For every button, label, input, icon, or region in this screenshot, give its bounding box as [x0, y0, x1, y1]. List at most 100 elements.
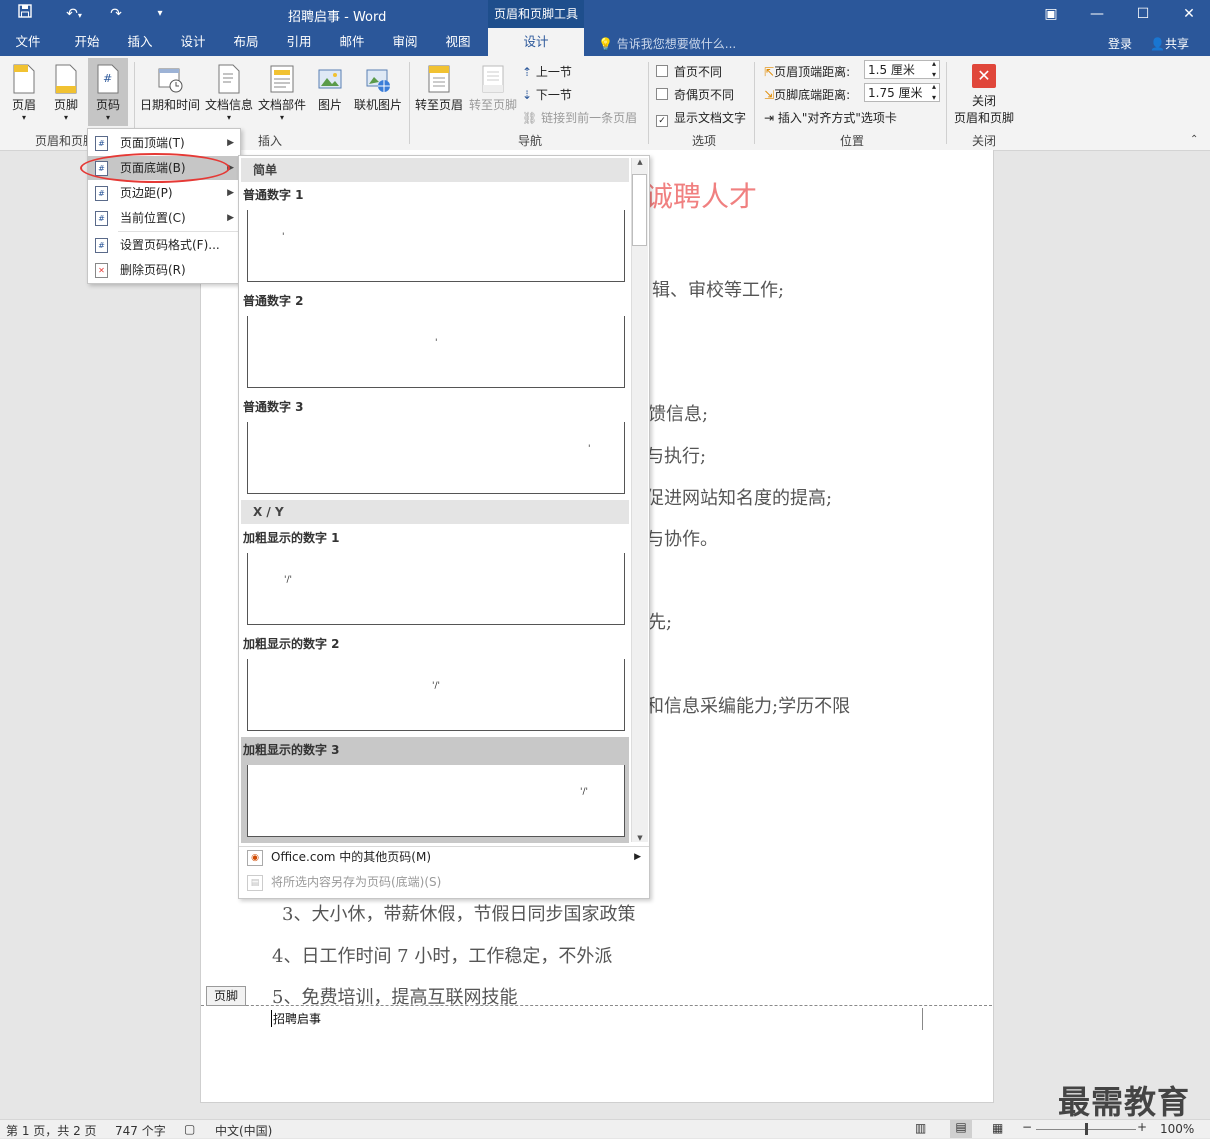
document-info-button[interactable]: 文档信息 ▾: [203, 58, 255, 122]
maximize-icon[interactable]: ☐: [1120, 0, 1166, 28]
menu-item-more-page-numbers[interactable]: ◉ Office.com 中的其他页码(M) ▶: [239, 845, 649, 870]
tab-layout[interactable]: 布局: [225, 28, 267, 56]
zoom-slider-thumb[interactable]: [1085, 1123, 1088, 1135]
page-count[interactable]: 第 1 页，共 2 页: [6, 1122, 97, 1139]
read-mode-icon[interactable]: ▥: [915, 1121, 926, 1135]
page-number-menu: # 页面顶端(T) ▶ # 页面底端(B) ▶ # 页边距(P) ▶ # 当前位置(C) ▶ #…: [87, 128, 241, 284]
gallery-item-bold-number-3[interactable]: '/': [247, 765, 625, 837]
date-time-button[interactable]: 日期和时间: [138, 58, 202, 113]
quick-parts-icon: [270, 65, 294, 93]
menu-item-page-margins[interactable]: # 页边距(P) ▶: [88, 181, 240, 205]
customize-icon[interactable]: ▾: [150, 4, 170, 24]
online-picture-button[interactable]: 联机图片: [350, 58, 406, 113]
save-gallery-icon: ▤: [247, 875, 263, 891]
print-layout-icon[interactable]: ▤: [950, 1120, 972, 1138]
proofing-icon[interactable]: ▢: [184, 1122, 195, 1136]
previous-section-button[interactable]: ⇡ 上一节: [522, 63, 572, 80]
doc-line: 与执行;: [646, 446, 707, 467]
page-number-icon: #: [97, 64, 119, 94]
checkbox-checked-icon: ✓: [656, 115, 668, 127]
tab-insert[interactable]: 插入: [119, 28, 161, 56]
menu-item-top-of-page[interactable]: # 页面顶端(T) ▶: [88, 131, 240, 155]
next-section-button[interactable]: ⇣ 下一节: [522, 86, 572, 103]
undo-icon[interactable]: ↶▾: [56, 4, 92, 24]
spinner-arrows-icon[interactable]: ▴ ▾: [932, 58, 936, 80]
goto-footer-button[interactable]: 转至页脚: [466, 58, 520, 113]
ribbon-display-icon[interactable]: ▣: [1028, 0, 1074, 28]
word-count[interactable]: 747 个字: [115, 1122, 166, 1139]
tab-file[interactable]: 文件: [8, 28, 48, 56]
gallery-item-bold-number-1[interactable]: '/': [247, 553, 625, 625]
spinner-arrows-icon[interactable]: ▴ ▾: [932, 81, 936, 103]
tell-me-search[interactable]: 💡 告诉我您想要做什么...: [598, 35, 736, 52]
menu-item-format-page-numbers[interactable]: # 设置页码格式(F)...: [88, 233, 240, 257]
gallery-item-plain-number-1[interactable]: ': [247, 210, 625, 282]
link-icon: ⛓: [522, 111, 538, 125]
login-link[interactable]: 登录: [1108, 35, 1132, 52]
scroll-down-icon[interactable]: ▼: [632, 834, 648, 842]
current-position-icon: #: [95, 211, 108, 226]
gallery-item-plain-number-3[interactable]: ': [247, 422, 625, 494]
scrollbar-thumb[interactable]: [632, 174, 647, 246]
link-to-previous-button[interactable]: ⛓ 链接到前一条页眉: [522, 109, 637, 126]
page-number-button[interactable]: # 页码 ▾: [88, 58, 128, 126]
doc-line: 馈信息;: [648, 404, 709, 425]
picture-button[interactable]: 图片: [312, 58, 348, 113]
group-label-options: 选项: [691, 134, 716, 148]
doc-line: 和信息采编能力;学历不限: [646, 696, 851, 717]
gallery-section-xy: X / Y: [241, 500, 629, 524]
doc-line: 3、大小休，带薪休假，节假日同步国家政策: [282, 904, 636, 925]
tab-header-footer-design[interactable]: 设计: [488, 28, 584, 56]
menu-item-save-selection[interactable]: ▤ 将所选内容另存为页码(底端)(S): [239, 870, 649, 895]
header-distance-spinner[interactable]: 1.5 厘米 ▴ ▾: [864, 58, 940, 80]
gallery-item-title: 普通数字 1: [243, 188, 304, 202]
gallery-item-title: 加粗显示的数字 1: [243, 531, 340, 545]
doc-line: 辑、审校等工作;: [652, 280, 785, 301]
web-layout-icon[interactable]: ▦: [992, 1121, 1003, 1135]
tab-references[interactable]: 引用: [278, 28, 320, 56]
footer-button[interactable]: 页脚 ▾: [48, 58, 84, 122]
tab-design[interactable]: 设计: [172, 28, 214, 56]
submenu-arrow-icon: ▶: [227, 138, 234, 148]
footer-distance-spinner[interactable]: 1.75 厘米 ▴ ▾: [864, 81, 940, 103]
lightbulb-icon: 💡: [598, 37, 613, 51]
quick-parts-button[interactable]: 文档部件 ▾: [256, 58, 308, 122]
different-first-page-checkbox[interactable]: 首页不同: [656, 63, 722, 80]
header-button[interactable]: 页眉 ▾: [6, 58, 42, 122]
share-button[interactable]: 👤共享: [1150, 35, 1189, 52]
gallery-section-simple: 简单: [241, 158, 629, 182]
language[interactable]: 中文(中国): [215, 1122, 272, 1139]
gallery-item-plain-number-2[interactable]: ': [247, 316, 625, 388]
menu-item-remove-page-numbers[interactable]: ✕ 删除页码(R): [88, 258, 240, 282]
zoom-out-icon[interactable]: −: [1022, 1120, 1032, 1134]
close-icon[interactable]: ✕: [1166, 0, 1210, 28]
redo-icon[interactable]: ↷: [104, 4, 128, 24]
header-distance-label: ⇱页眉顶端距离:: [764, 65, 851, 79]
office-com-icon: ◉: [247, 850, 263, 866]
submenu-arrow-icon: ▶: [634, 852, 641, 862]
page-number-preview: ': [435, 338, 438, 348]
menu-item-current-position[interactable]: # 当前位置(C) ▶: [88, 206, 240, 230]
save-icon[interactable]: [14, 4, 36, 24]
picture-icon: [318, 69, 342, 89]
status-bar: 第 1 页，共 2 页 747 个字 ▢ 中文(中国) ▥ ▤ ▦ − + 10…: [0, 1119, 1210, 1138]
different-odd-even-checkbox[interactable]: 奇偶页不同: [656, 86, 734, 103]
zoom-level[interactable]: 100%: [1160, 1122, 1194, 1136]
collapse-ribbon-icon[interactable]: ⌃: [1190, 134, 1198, 145]
insert-alignment-tab-button[interactable]: ⇥ 插入"对齐方式"选项卡: [764, 109, 897, 126]
gallery-item-bold-number-2[interactable]: '/': [247, 659, 625, 731]
tab-home[interactable]: 开始: [66, 28, 108, 56]
show-document-text-checkbox[interactable]: ✓ 显示文档文字: [656, 109, 746, 127]
tab-mailings[interactable]: 邮件: [331, 28, 373, 56]
group-separator: [754, 62, 755, 144]
tab-view[interactable]: 视图: [437, 28, 479, 56]
scroll-up-icon[interactable]: ▲: [632, 158, 648, 166]
goto-header-button[interactable]: 转至页眉: [412, 58, 466, 113]
footer-text[interactable]: 招聘启事: [271, 1010, 321, 1027]
tab-review[interactable]: 审阅: [384, 28, 426, 56]
svg-text:#: #: [103, 72, 112, 85]
group-separator: [409, 62, 410, 144]
minimize-icon[interactable]: —: [1074, 0, 1120, 28]
gallery-scrollbar[interactable]: ▲ ▼: [631, 158, 648, 842]
close-header-footer-button[interactable]: ✕ 关闭 页眉和页脚: [950, 58, 1018, 126]
